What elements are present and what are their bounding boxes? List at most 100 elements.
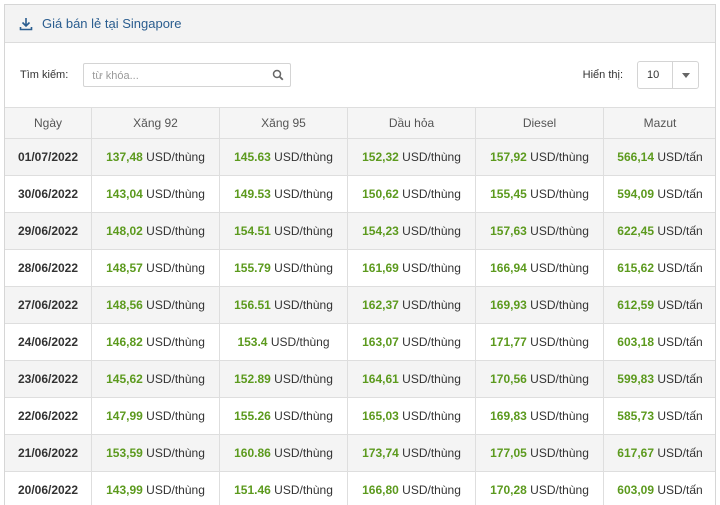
cell-diesel: 157,63 USD/thùng bbox=[475, 212, 604, 250]
price-unit: USD/thùng bbox=[402, 372, 461, 386]
price-unit: USD/thùng bbox=[402, 335, 461, 349]
price-unit: USD/thùng bbox=[530, 335, 589, 349]
cell-ron92: 148,57 USD/thùng bbox=[91, 249, 220, 287]
cell-ron92: 145,62 USD/thùng bbox=[91, 360, 220, 398]
cell-mazut: 594,09 USD/tấn bbox=[603, 175, 715, 213]
price-panel: Giá bán lẻ tại Singapore Tìm kiếm: Hiển … bbox=[4, 4, 716, 505]
cell-mazut: 599,83 USD/tấn bbox=[603, 360, 715, 398]
column-header-mazut[interactable]: Mazut bbox=[603, 107, 715, 139]
price-value: 173,74 bbox=[362, 446, 399, 460]
search-icon[interactable] bbox=[272, 69, 284, 81]
price-value: 143,99 bbox=[106, 483, 143, 497]
price-unit: USD/thùng bbox=[530, 224, 589, 238]
price-value: 599,83 bbox=[617, 372, 654, 386]
price-unit: USD/thùng bbox=[530, 187, 589, 201]
cell-ron95: 160.86 USD/thùng bbox=[219, 434, 348, 472]
cell-ron95: 155.79 USD/thùng bbox=[219, 249, 348, 287]
price-value: 150,62 bbox=[362, 187, 399, 201]
cell-diesel: 177,05 USD/thùng bbox=[475, 434, 604, 472]
table-row: 24/06/2022 146,82 USD/thùng 153.4 USD/thùn… bbox=[5, 323, 715, 361]
column-header-ron92[interactable]: Xăng 92 bbox=[91, 107, 220, 139]
page-length-select[interactable]: 10 bbox=[637, 61, 699, 89]
price-unit: USD/thùng bbox=[274, 150, 333, 164]
price-value: 169,83 bbox=[490, 409, 527, 423]
cell-mazut: 603,09 USD/tấn bbox=[603, 471, 715, 505]
price-unit: USD/thùng bbox=[146, 298, 205, 312]
cell-mazut: 617,67 USD/tấn bbox=[603, 434, 715, 472]
cell-ron92: 137,48 USD/thùng bbox=[91, 138, 220, 176]
price-unit: USD/tấn bbox=[657, 372, 703, 386]
table-toolbar: Tìm kiếm: Hiển thị: 10 bbox=[5, 43, 715, 107]
price-unit: USD/thùng bbox=[530, 409, 589, 423]
price-unit: USD/thùng bbox=[274, 261, 333, 275]
price-unit: USD/thùng bbox=[270, 335, 330, 349]
price-unit: USD/thùng bbox=[402, 187, 461, 201]
column-header-ron95[interactable]: Xăng 95 bbox=[219, 107, 348, 139]
price-unit: USD/thùng bbox=[402, 150, 461, 164]
cell-diesel: 169,93 USD/thùng bbox=[475, 286, 604, 324]
cell-ron92: 143,99 USD/thùng bbox=[91, 471, 220, 505]
price-value: 161,69 bbox=[362, 261, 399, 275]
cell-mazut: 603,18 USD/tấn bbox=[603, 323, 715, 361]
cell-ron92: 153,59 USD/thùng bbox=[91, 434, 220, 472]
price-value: 157,92 bbox=[490, 150, 527, 164]
chevron-down-icon[interactable] bbox=[672, 62, 698, 88]
cell-kerosene: 165,03 USD/thùng bbox=[347, 397, 476, 435]
price-unit: USD/thùng bbox=[530, 483, 589, 497]
cell-kerosene: 162,37 USD/thùng bbox=[347, 286, 476, 324]
price-unit: USD/thùng bbox=[530, 298, 589, 312]
panel-title: Giá bán lẻ tại Singapore bbox=[42, 16, 182, 31]
cell-ron95: 145.63 USD/thùng bbox=[219, 138, 348, 176]
price-unit: USD/thùng bbox=[146, 409, 205, 423]
search-box bbox=[83, 63, 292, 87]
price-unit: USD/thùng bbox=[402, 298, 461, 312]
price-unit: USD/thùng bbox=[146, 224, 205, 238]
cell-mazut: 615,62 USD/tấn bbox=[603, 249, 715, 287]
price-unit: USD/tấn bbox=[657, 446, 703, 460]
table-row: 23/06/2022 145,62 USD/thùng 152.89 USD/thù… bbox=[5, 360, 715, 398]
cell-kerosene: 164,61 USD/thùng bbox=[347, 360, 476, 398]
cell-date: 24/06/2022 bbox=[5, 323, 92, 361]
price-value: 154.51 bbox=[234, 224, 271, 238]
price-value: 171,77 bbox=[490, 335, 527, 349]
page-length-value: 10 bbox=[647, 69, 660, 81]
cell-diesel: 169,83 USD/thùng bbox=[475, 397, 604, 435]
price-unit: USD/thùng bbox=[402, 224, 461, 238]
cell-mazut: 566,14 USD/tấn bbox=[603, 138, 715, 176]
cell-ron92: 148,56 USD/thùng bbox=[91, 286, 220, 324]
price-unit: USD/thùng bbox=[402, 261, 461, 275]
table-row: 01/07/2022 137,48 USD/thùng 145.63 USD/thù… bbox=[5, 138, 715, 176]
cell-diesel: 155,45 USD/thùng bbox=[475, 175, 604, 213]
column-header-diesel[interactable]: Diesel bbox=[475, 107, 604, 139]
column-header-kerosene[interactable]: Dầu hỏa bbox=[347, 107, 476, 139]
table-row: 28/06/2022 148,57 USD/thùng 155.79 USD/thù… bbox=[5, 249, 715, 287]
price-value: 147,99 bbox=[106, 409, 143, 423]
cell-kerosene: 163,07 USD/thùng bbox=[347, 323, 476, 361]
cell-date: 27/06/2022 bbox=[5, 286, 92, 324]
cell-date: 01/07/2022 bbox=[5, 138, 92, 176]
table-row: 22/06/2022 147,99 USD/thùng 155.26 USD/thù… bbox=[5, 397, 715, 435]
column-header-date[interactable]: Ngày bbox=[5, 107, 92, 139]
price-value: 160.86 bbox=[234, 446, 271, 460]
price-unit: USD/thùng bbox=[146, 261, 205, 275]
table-row: 20/06/2022 143,99 USD/thùng 151.46 USD/thù… bbox=[5, 471, 715, 505]
price-unit: USD/tấn bbox=[657, 261, 703, 275]
price-unit: USD/tấn bbox=[657, 187, 703, 201]
price-value: 622,45 bbox=[617, 224, 654, 238]
price-value: 566,14 bbox=[617, 150, 654, 164]
price-value: 165,03 bbox=[362, 409, 399, 423]
price-value: 155,45 bbox=[490, 187, 527, 201]
cell-date: 22/06/2022 bbox=[5, 397, 92, 435]
search-input[interactable] bbox=[90, 65, 265, 87]
price-value: 163,07 bbox=[362, 335, 399, 349]
cell-kerosene: 152,32 USD/thùng bbox=[347, 138, 476, 176]
download-icon[interactable] bbox=[19, 17, 33, 31]
price-value: 585,73 bbox=[617, 409, 654, 423]
page-length-group: Hiển thị: 10 bbox=[583, 61, 699, 89]
price-unit: USD/thùng bbox=[402, 483, 461, 497]
price-table: Ngày Xăng 92 Xăng 95 Dầu hỏa Diesel Mazu… bbox=[5, 107, 715, 505]
cell-mazut: 622,45 USD/tấn bbox=[603, 212, 715, 250]
price-value: 170,56 bbox=[490, 372, 527, 386]
table-body: 01/07/2022 137,48 USD/thùng 145.63 USD/thù… bbox=[5, 138, 715, 505]
price-unit: USD/thùng bbox=[274, 372, 333, 386]
